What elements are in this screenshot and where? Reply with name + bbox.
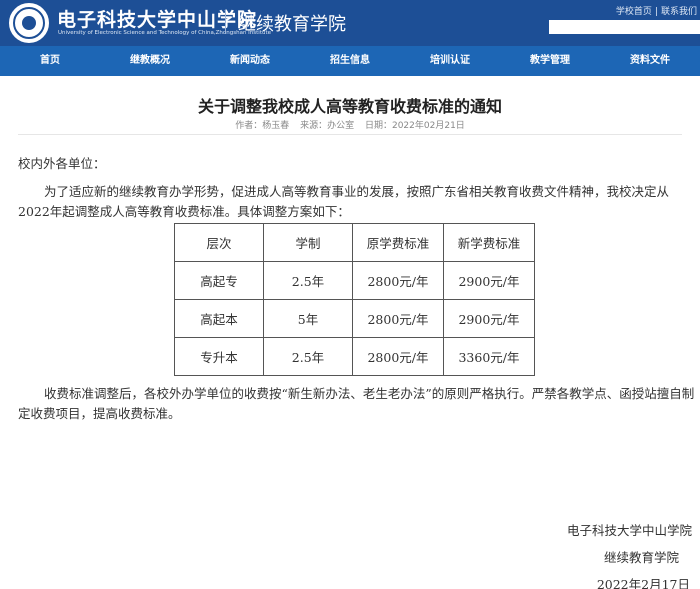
table-cell: 2.5年 xyxy=(263,261,353,300)
nav-item-training[interactable]: 培训认证 xyxy=(400,46,500,76)
nav-item-overview[interactable]: 继教概况 xyxy=(100,46,200,76)
title-divider xyxy=(18,134,682,135)
table-header-row: 层次 学制 原学费标准 新学费标准 xyxy=(174,223,535,262)
table-cell: 2.5年 xyxy=(263,337,353,376)
search-input[interactable] xyxy=(549,20,700,34)
table-cell: 高起本 xyxy=(174,299,264,338)
signature-date: 2022年2月17日 xyxy=(596,577,690,589)
seal-core xyxy=(22,16,36,30)
nav-item-teaching[interactable]: 教学管理 xyxy=(500,46,600,76)
article-author: 作者：杨玉春 xyxy=(235,121,290,131)
nav-item-home[interactable]: 首页 xyxy=(0,46,100,76)
paragraph-intro: 为了适应新的继续教育办学形势，促进成人高等教育事业的发展，按照广东省相关教育收费… xyxy=(18,184,670,219)
university-seal-logo[interactable] xyxy=(9,3,49,43)
header-level: 层次 xyxy=(174,223,264,262)
nav-item-documents[interactable]: 资料文件 xyxy=(600,46,700,76)
logo-divider xyxy=(225,10,226,34)
signature-dept: 继续教育学院 xyxy=(603,550,679,565)
table-cell: 2800元/年 xyxy=(352,299,444,338)
contact-link[interactable]: 联系我们 xyxy=(658,7,700,17)
signature-org: 电子科技大学中山学院 xyxy=(566,523,692,538)
table-row: 专升本 2.5年 2800元/年 3360元/年 xyxy=(174,337,535,376)
table-cell: 2800元/年 xyxy=(352,261,444,300)
nav-item-news[interactable]: 新闻动态 xyxy=(200,46,300,76)
fee-table: 层次 学制 原学费标准 新学费标准 高起专 2.5年 2800元/年 2900元… xyxy=(174,223,535,376)
table-cell: 5年 xyxy=(263,299,353,338)
table-cell: 2900元/年 xyxy=(443,299,535,338)
home-link[interactable]: 学校首页 xyxy=(613,7,655,17)
header-duration: 学制 xyxy=(263,223,353,262)
top-links: 学校首页 | 联系我们 xyxy=(613,4,700,17)
table-row: 高起本 5年 2800元/年 2900元/年 xyxy=(174,299,535,338)
table-cell: 3360元/年 xyxy=(443,337,535,376)
article-meta: 作者：杨玉春 来源：办公室 日期：2022年02月21日 xyxy=(0,118,700,131)
header-new-fee: 新学费标准 xyxy=(443,223,535,262)
main-nav: 首页 继教概况 新闻动态 招生信息 培训认证 教学管理 资料文件 xyxy=(0,46,700,76)
university-name-logo[interactable]: 电子科技大学中山学院 xyxy=(57,5,257,32)
table-cell: 2900元/年 xyxy=(443,261,535,300)
article-title: 关于调整我校成人高等教育收费标准的通知 xyxy=(197,97,502,116)
paragraph-rules: 收费标准调整后，各校外办学单位的收费按“新生新办法、老生老办法”的原则严格执行。… xyxy=(18,386,695,421)
table-cell: 专升本 xyxy=(174,337,264,376)
greeting: 校内外各单位： xyxy=(18,156,106,171)
site-header: 电子科技大学中山学院 University of Electronic Scie… xyxy=(0,0,700,46)
table-cell: 高起专 xyxy=(174,261,264,300)
seal-ring xyxy=(13,7,45,39)
table-cell: 2800元/年 xyxy=(352,337,444,376)
article-date: 日期：2022年02月21日 xyxy=(364,121,465,131)
header-old-fee: 原学费标准 xyxy=(352,223,444,262)
article-source: 来源：办公室 xyxy=(300,121,355,131)
nav-item-admissions[interactable]: 招生信息 xyxy=(300,46,400,76)
table-row: 高起专 2.5年 2800元/年 2900元/年 xyxy=(174,261,535,300)
college-name: 继续教育学院 xyxy=(238,14,346,35)
